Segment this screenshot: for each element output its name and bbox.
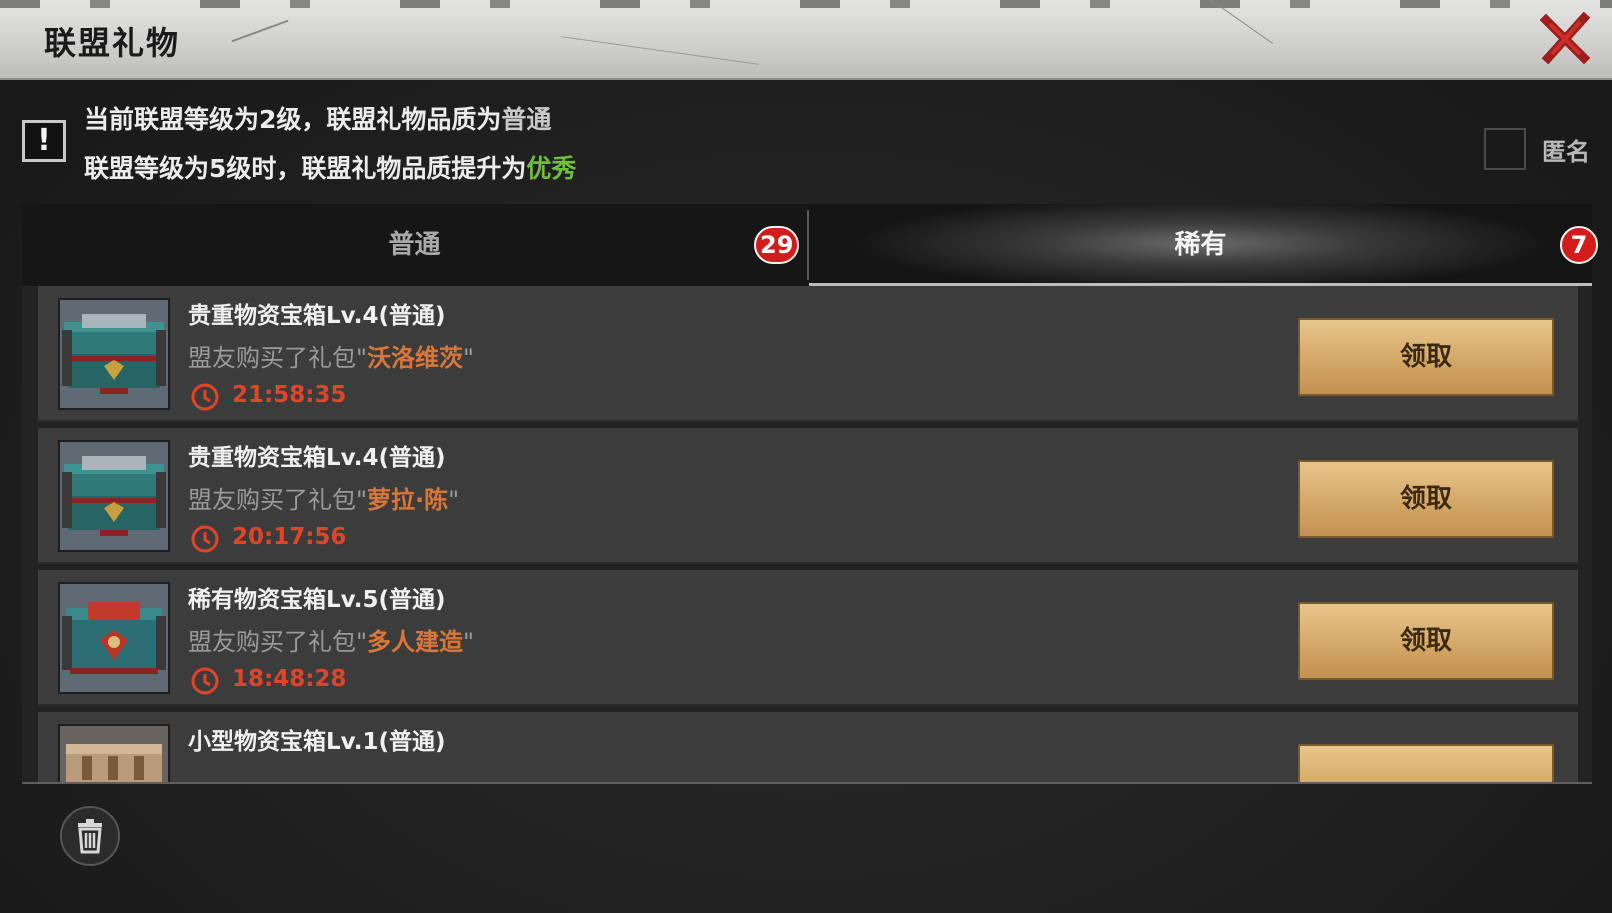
window-header: 联盟礼物 <box>0 0 1612 80</box>
tab-rare[interactable]: 稀有 7 <box>809 204 1598 286</box>
claim-button[interactable]: 领取 <box>1298 460 1554 538</box>
tab-normal[interactable]: 普通 29 <box>22 204 807 286</box>
package-name: 沃洛维茨 <box>367 344 464 372</box>
clock-icon <box>191 383 219 411</box>
quote-mark: " <box>463 628 475 656</box>
claim-button[interactable]: 领取 <box>1298 318 1554 396</box>
gift-thumbnail <box>58 440 170 552</box>
teal-chest-icon <box>60 442 168 550</box>
gift-name: 小型物资宝箱Lv.1(普通) <box>188 729 446 755</box>
alliance-gift-window: 联盟礼物 ! 当前联盟等级为2级，联盟礼物品质为普通 联盟等级为5级时，联盟礼物… <box>0 0 1612 913</box>
expire-timer: 20:17:56 <box>232 524 347 550</box>
gift-description: 盟友购买了礼包"萝拉·陈" <box>188 480 459 515</box>
anonymous-label: 匿名 <box>1542 138 1590 166</box>
gift-name: 稀有物资宝箱Lv.5(普通) <box>188 587 446 613</box>
quote-mark: " <box>356 628 368 656</box>
quote-mark: " <box>356 486 368 514</box>
gift-description: 盟友购买了礼包"多人建造" <box>188 622 474 657</box>
expire-timer: 18:48:28 <box>232 666 347 692</box>
tab-label: 稀有 <box>1174 230 1227 260</box>
desc-text: 盟友购买了礼包 <box>188 486 356 514</box>
delete-button[interactable] <box>60 806 120 866</box>
gift-tabs: 普通 29 稀有 7 <box>22 204 1598 286</box>
quote-mark: " <box>448 486 460 514</box>
gift-name: 贵重物资宝箱Lv.4(普通) <box>188 303 446 329</box>
clock-icon <box>191 525 219 553</box>
teal-chest-icon <box>60 300 168 408</box>
alliance-upgrade-notice: 联盟等级为5级时，联盟礼物品质提升为优秀 <box>84 149 576 185</box>
header-scratch <box>560 36 760 65</box>
gift-row: 稀有物资宝箱Lv.5(普通) 盟友购买了礼包"多人建造" 18:48:28 领取 <box>38 570 1578 706</box>
notification-badge: 29 <box>754 226 800 264</box>
gift-thumbnail <box>58 582 170 694</box>
package-name: 萝拉·陈 <box>367 486 449 514</box>
gift-row: 贵重物资宝箱Lv.4(普通) 盟友购买了礼包"沃洛维茨" 21:58:35 领取 <box>38 286 1578 422</box>
expire-timer: 21:58:35 <box>232 382 347 408</box>
desc-text: 盟友购买了礼包 <box>188 344 356 372</box>
quote-mark: " <box>356 344 368 372</box>
warning-icon: ! <box>22 120 66 162</box>
next-quality: 优秀 <box>526 154 577 183</box>
tab-label: 普通 <box>388 230 441 260</box>
close-x-icon <box>1539 11 1591 65</box>
rare-chest-icon <box>60 584 168 692</box>
gift-description: 盟友购买了礼包"沃洛维茨" <box>188 338 474 373</box>
close-button[interactable] <box>1539 11 1592 65</box>
package-name: 多人建造 <box>367 628 464 656</box>
notice-text: 当前联盟等级为2级，联盟礼物品质为 <box>84 105 502 134</box>
claim-button[interactable] <box>1298 744 1554 782</box>
current-quality: 普通 <box>501 105 552 134</box>
quote-mark: " <box>463 344 475 372</box>
trash-icon <box>78 819 102 854</box>
gift-thumbnail <box>58 298 170 410</box>
header-scratch <box>231 19 289 43</box>
header-scratch <box>1206 0 1274 44</box>
small-crate-icon <box>60 726 168 782</box>
notice-text: 联盟等级为5级时，联盟礼物品质提升为 <box>84 154 527 183</box>
list-bottom-divider <box>22 782 1592 784</box>
gift-list[interactable]: 贵重物资宝箱Lv.4(普通) 盟友购买了礼包"沃洛维茨" 21:58:35 领取 <box>22 286 1592 782</box>
notification-badge: 7 <box>1560 226 1598 264</box>
anonymous-checkbox[interactable] <box>1484 128 1526 170</box>
alliance-level-notice: 当前联盟等级为2级，联盟礼物品质为普通 <box>84 100 551 136</box>
window-title: 联盟礼物 <box>44 24 181 62</box>
claim-button[interactable]: 领取 <box>1298 602 1554 680</box>
gift-row: 小型物资宝箱Lv.1(普通) <box>38 712 1578 782</box>
gift-name: 贵重物资宝箱Lv.4(普通) <box>188 445 446 471</box>
clock-icon <box>191 667 219 695</box>
gift-row: 贵重物资宝箱Lv.4(普通) 盟友购买了礼包"萝拉·陈" 20:17:56 领取 <box>38 428 1578 564</box>
gift-thumbnail <box>58 724 170 782</box>
desc-text: 盟友购买了礼包 <box>188 628 356 656</box>
